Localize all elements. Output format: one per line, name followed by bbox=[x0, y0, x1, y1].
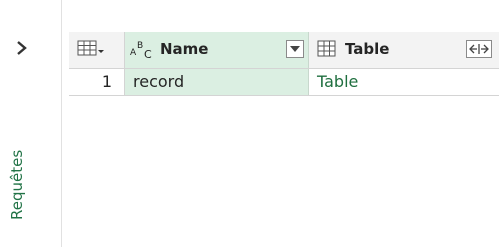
row-number: 1 bbox=[101, 72, 112, 91]
svg-text:B: B bbox=[137, 41, 143, 51]
svg-text:A: A bbox=[130, 48, 137, 58]
expand-column-button[interactable] bbox=[466, 40, 492, 58]
data-grid: A B C Name Table 1 record Table bbox=[69, 32, 499, 96]
grid-header: A B C Name Table bbox=[69, 32, 499, 69]
table-link[interactable]: Table bbox=[317, 72, 358, 91]
column-filter-button[interactable] bbox=[286, 40, 304, 58]
expand-queries-button[interactable] bbox=[10, 36, 34, 60]
column-name-label: Name bbox=[160, 40, 209, 58]
expand-columns-icon bbox=[469, 44, 489, 54]
queries-pane: Requêtes bbox=[0, 0, 62, 247]
row-number-cell: 1 bbox=[69, 69, 125, 95]
cell-name[interactable]: record bbox=[125, 69, 309, 95]
table-options-button[interactable] bbox=[69, 32, 125, 68]
cell-name-value: record bbox=[133, 72, 185, 91]
column-header-name[interactable]: A B C Name bbox=[125, 32, 309, 68]
svg-text:C: C bbox=[144, 48, 152, 61]
cell-table[interactable]: Table bbox=[309, 69, 499, 95]
chevron-right-icon bbox=[17, 41, 27, 55]
column-header-table[interactable]: Table bbox=[309, 32, 499, 68]
table-row: 1 record Table bbox=[69, 69, 499, 96]
abc-type-icon[interactable]: A B C bbox=[129, 39, 163, 61]
queries-pane-label[interactable]: Requêtes bbox=[8, 150, 26, 220]
table-type-icon[interactable] bbox=[317, 40, 337, 58]
table-menu-icon bbox=[77, 40, 104, 56]
dropdown-arrow-icon bbox=[290, 46, 300, 52]
column-table-label: Table bbox=[345, 40, 390, 58]
